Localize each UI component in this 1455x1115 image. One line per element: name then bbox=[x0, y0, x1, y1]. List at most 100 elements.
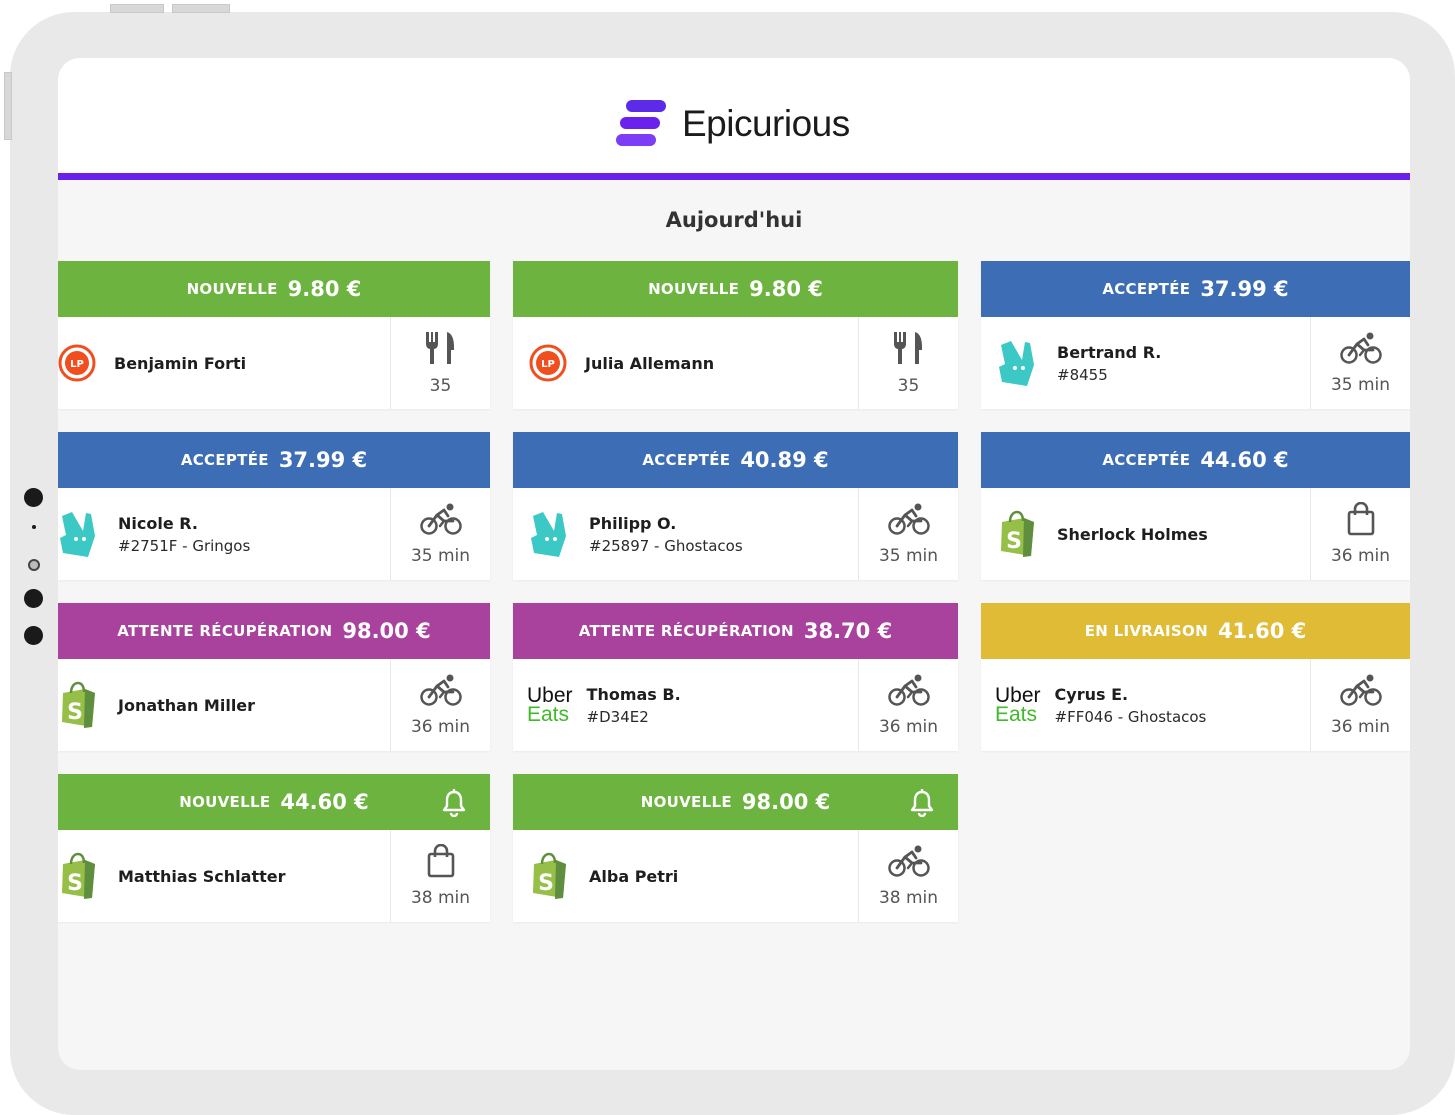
order-card[interactable]: ATTENTE RÉCUPÉRATION 98.00 € S Jonathan Mil… bbox=[58, 603, 490, 751]
order-status-bar: NOUVELLE 9.80 € bbox=[58, 261, 490, 317]
volume-down-button bbox=[172, 4, 230, 13]
order-status-bar: NOUVELLE 9.80 € bbox=[513, 261, 958, 317]
customer-name: Jonathan Miller bbox=[118, 695, 256, 715]
order-mode: 35 min bbox=[1310, 317, 1410, 409]
order-detail: 38 min bbox=[410, 888, 471, 908]
order-mode: 35 min bbox=[390, 488, 490, 580]
order-customer: Uber Eats Thomas B. #D34E2 bbox=[513, 659, 858, 751]
order-body: Philipp O. #25897 - Ghostacos 35 min bbox=[513, 488, 958, 580]
camera-dot bbox=[24, 488, 43, 507]
customer-name: Sherlock Holmes bbox=[1057, 524, 1208, 544]
order-card[interactable]: NOUVELLE 9.80 € LP Julia Allemann 35 bbox=[513, 261, 958, 409]
order-status: ATTENTE RÉCUPÉRATION bbox=[578, 622, 794, 640]
order-status: ATTENTE RÉCUPÉRATION bbox=[117, 622, 333, 640]
order-card[interactable]: NOUVELLE 98.00 € S Alba Petri 38 min bbox=[513, 774, 958, 922]
order-customer: Nicole R. #2751F - Gringos bbox=[58, 488, 390, 580]
order-card[interactable]: NOUVELLE 44.60 € S Matthias Schlatter 38 min bbox=[58, 774, 490, 922]
order-customer: LP Julia Allemann bbox=[513, 317, 858, 409]
customer-name: Philipp O. bbox=[589, 513, 677, 533]
sensor-ring bbox=[28, 559, 40, 571]
svg-text:S: S bbox=[538, 871, 554, 896]
svg-text:S: S bbox=[67, 700, 83, 725]
order-status: NOUVELLE bbox=[648, 280, 740, 298]
order-body: S Matthias Schlatter 38 min bbox=[58, 830, 490, 922]
customer-name: Nicole R. bbox=[118, 513, 198, 533]
order-detail: 35 bbox=[897, 376, 920, 396]
order-card[interactable]: ACCEPTÉE 37.99 € Nicole R. #2751F - Gringos… bbox=[58, 432, 490, 580]
order-body: S Sherlock Holmes 36 min bbox=[981, 488, 1410, 580]
lp-icon: LP bbox=[58, 344, 96, 382]
app-name: Epicurious bbox=[682, 103, 850, 144]
lp-icon: LP bbox=[529, 344, 567, 382]
bike-icon bbox=[887, 673, 930, 711]
customer-name: Alba Petri bbox=[589, 866, 679, 886]
order-mode: 38 min bbox=[858, 830, 958, 922]
order-price: 44.60 € bbox=[280, 790, 369, 814]
section-title: Aujourd'hui bbox=[665, 208, 803, 232]
order-status: ACCEPTÉE bbox=[1102, 451, 1191, 469]
order-mode: 35 bbox=[390, 317, 490, 409]
order-card[interactable]: ACCEPTÉE 40.89 € Philipp O. #25897 - Ghosta… bbox=[513, 432, 958, 580]
app-logo[interactable]: Epicurious bbox=[616, 98, 850, 150]
order-mode: 38 min bbox=[390, 830, 490, 922]
deliveroo-icon bbox=[529, 511, 571, 557]
order-price: 37.99 € bbox=[1200, 277, 1289, 301]
bag-icon bbox=[426, 843, 456, 882]
order-card[interactable]: ACCEPTÉE 37.99 € Bertrand R. #8455 35 min bbox=[981, 261, 1410, 409]
bell-icon[interactable] bbox=[910, 788, 934, 821]
order-status: ACCEPTÉE bbox=[1102, 280, 1191, 298]
speaker-dot bbox=[24, 589, 43, 608]
shopify-icon: S bbox=[529, 852, 571, 900]
cutlery-icon bbox=[892, 330, 926, 370]
epicurious-logo-icon bbox=[616, 100, 666, 146]
ubereats-icon: Uber Eats bbox=[995, 684, 1041, 726]
deliveroo-icon bbox=[58, 511, 100, 557]
order-mode: 36 min bbox=[858, 659, 958, 751]
order-customer: S Sherlock Holmes bbox=[981, 488, 1310, 580]
order-detail: 35 min bbox=[410, 546, 471, 566]
bike-icon bbox=[887, 844, 930, 882]
order-status-bar: NOUVELLE 44.60 € bbox=[58, 774, 490, 830]
customer-name: Matthias Schlatter bbox=[118, 866, 286, 886]
order-detail: 36 min bbox=[878, 717, 939, 737]
order-status-bar: ACCEPTÉE 44.60 € bbox=[981, 432, 1410, 488]
order-status: EN LIVRAISON bbox=[1084, 622, 1208, 640]
order-status: NOUVELLE bbox=[179, 793, 271, 811]
order-card[interactable]: ATTENTE RÉCUPÉRATION 38.70 € Uber Eats Thoma… bbox=[513, 603, 958, 751]
order-detail: 35 min bbox=[878, 546, 939, 566]
order-price: 41.60 € bbox=[1217, 619, 1307, 643]
order-card[interactable]: EN LIVRAISON 41.60 € Uber Eats Cyrus E. #FF04… bbox=[981, 603, 1410, 751]
order-price: 98.00 € bbox=[342, 619, 431, 643]
order-detail: 36 min bbox=[1330, 717, 1391, 737]
order-status-bar: ACCEPTÉE 40.89 € bbox=[513, 432, 958, 488]
order-reference: #2751F - Gringos bbox=[118, 536, 251, 555]
order-detail: 35 min bbox=[1330, 375, 1391, 395]
order-mode: 35 bbox=[858, 317, 958, 409]
order-card[interactable]: NOUVELLE 9.80 € LP Benjamin Forti 35 bbox=[58, 261, 490, 409]
order-price: 38.70 € bbox=[803, 619, 893, 643]
speaker-dot bbox=[24, 626, 43, 645]
order-price: 44.60 € bbox=[1200, 448, 1289, 472]
order-mode: 36 min bbox=[1310, 488, 1410, 580]
order-status-bar: ATTENTE RÉCUPÉRATION 38.70 € bbox=[513, 603, 958, 659]
deliveroo-icon bbox=[997, 340, 1039, 386]
order-status-bar: ACCEPTÉE 37.99 € bbox=[58, 432, 490, 488]
volume-up-button bbox=[110, 4, 164, 13]
order-status-bar: EN LIVRAISON 41.60 € bbox=[981, 603, 1410, 659]
customer-name: Benjamin Forti bbox=[114, 353, 247, 373]
screen: Epicurious Aujourd'hui NOUVELLE 9.80 € LP B… bbox=[58, 58, 1410, 1070]
order-body: Uber Eats Thomas B. #D34E2 36 min bbox=[513, 659, 958, 751]
order-reference: #25897 - Ghostacos bbox=[589, 536, 743, 555]
order-price: 98.00 € bbox=[741, 790, 831, 814]
order-body: S Alba Petri 38 min bbox=[513, 830, 958, 922]
order-mode: 35 min bbox=[858, 488, 958, 580]
order-card[interactable]: ACCEPTÉE 44.60 € S Sherlock Holmes 36 min bbox=[981, 432, 1410, 580]
app-header: Epicurious bbox=[58, 58, 1410, 180]
order-body: Bertrand R. #8455 35 min bbox=[981, 317, 1410, 409]
order-customer: Bertrand R. #8455 bbox=[981, 317, 1310, 409]
bike-icon bbox=[419, 502, 462, 540]
order-price: 40.89 € bbox=[740, 448, 829, 472]
bell-icon[interactable] bbox=[442, 788, 466, 821]
customer-name: Julia Allemann bbox=[585, 353, 715, 373]
order-reference: #FF046 - Ghostacos bbox=[1054, 707, 1207, 726]
